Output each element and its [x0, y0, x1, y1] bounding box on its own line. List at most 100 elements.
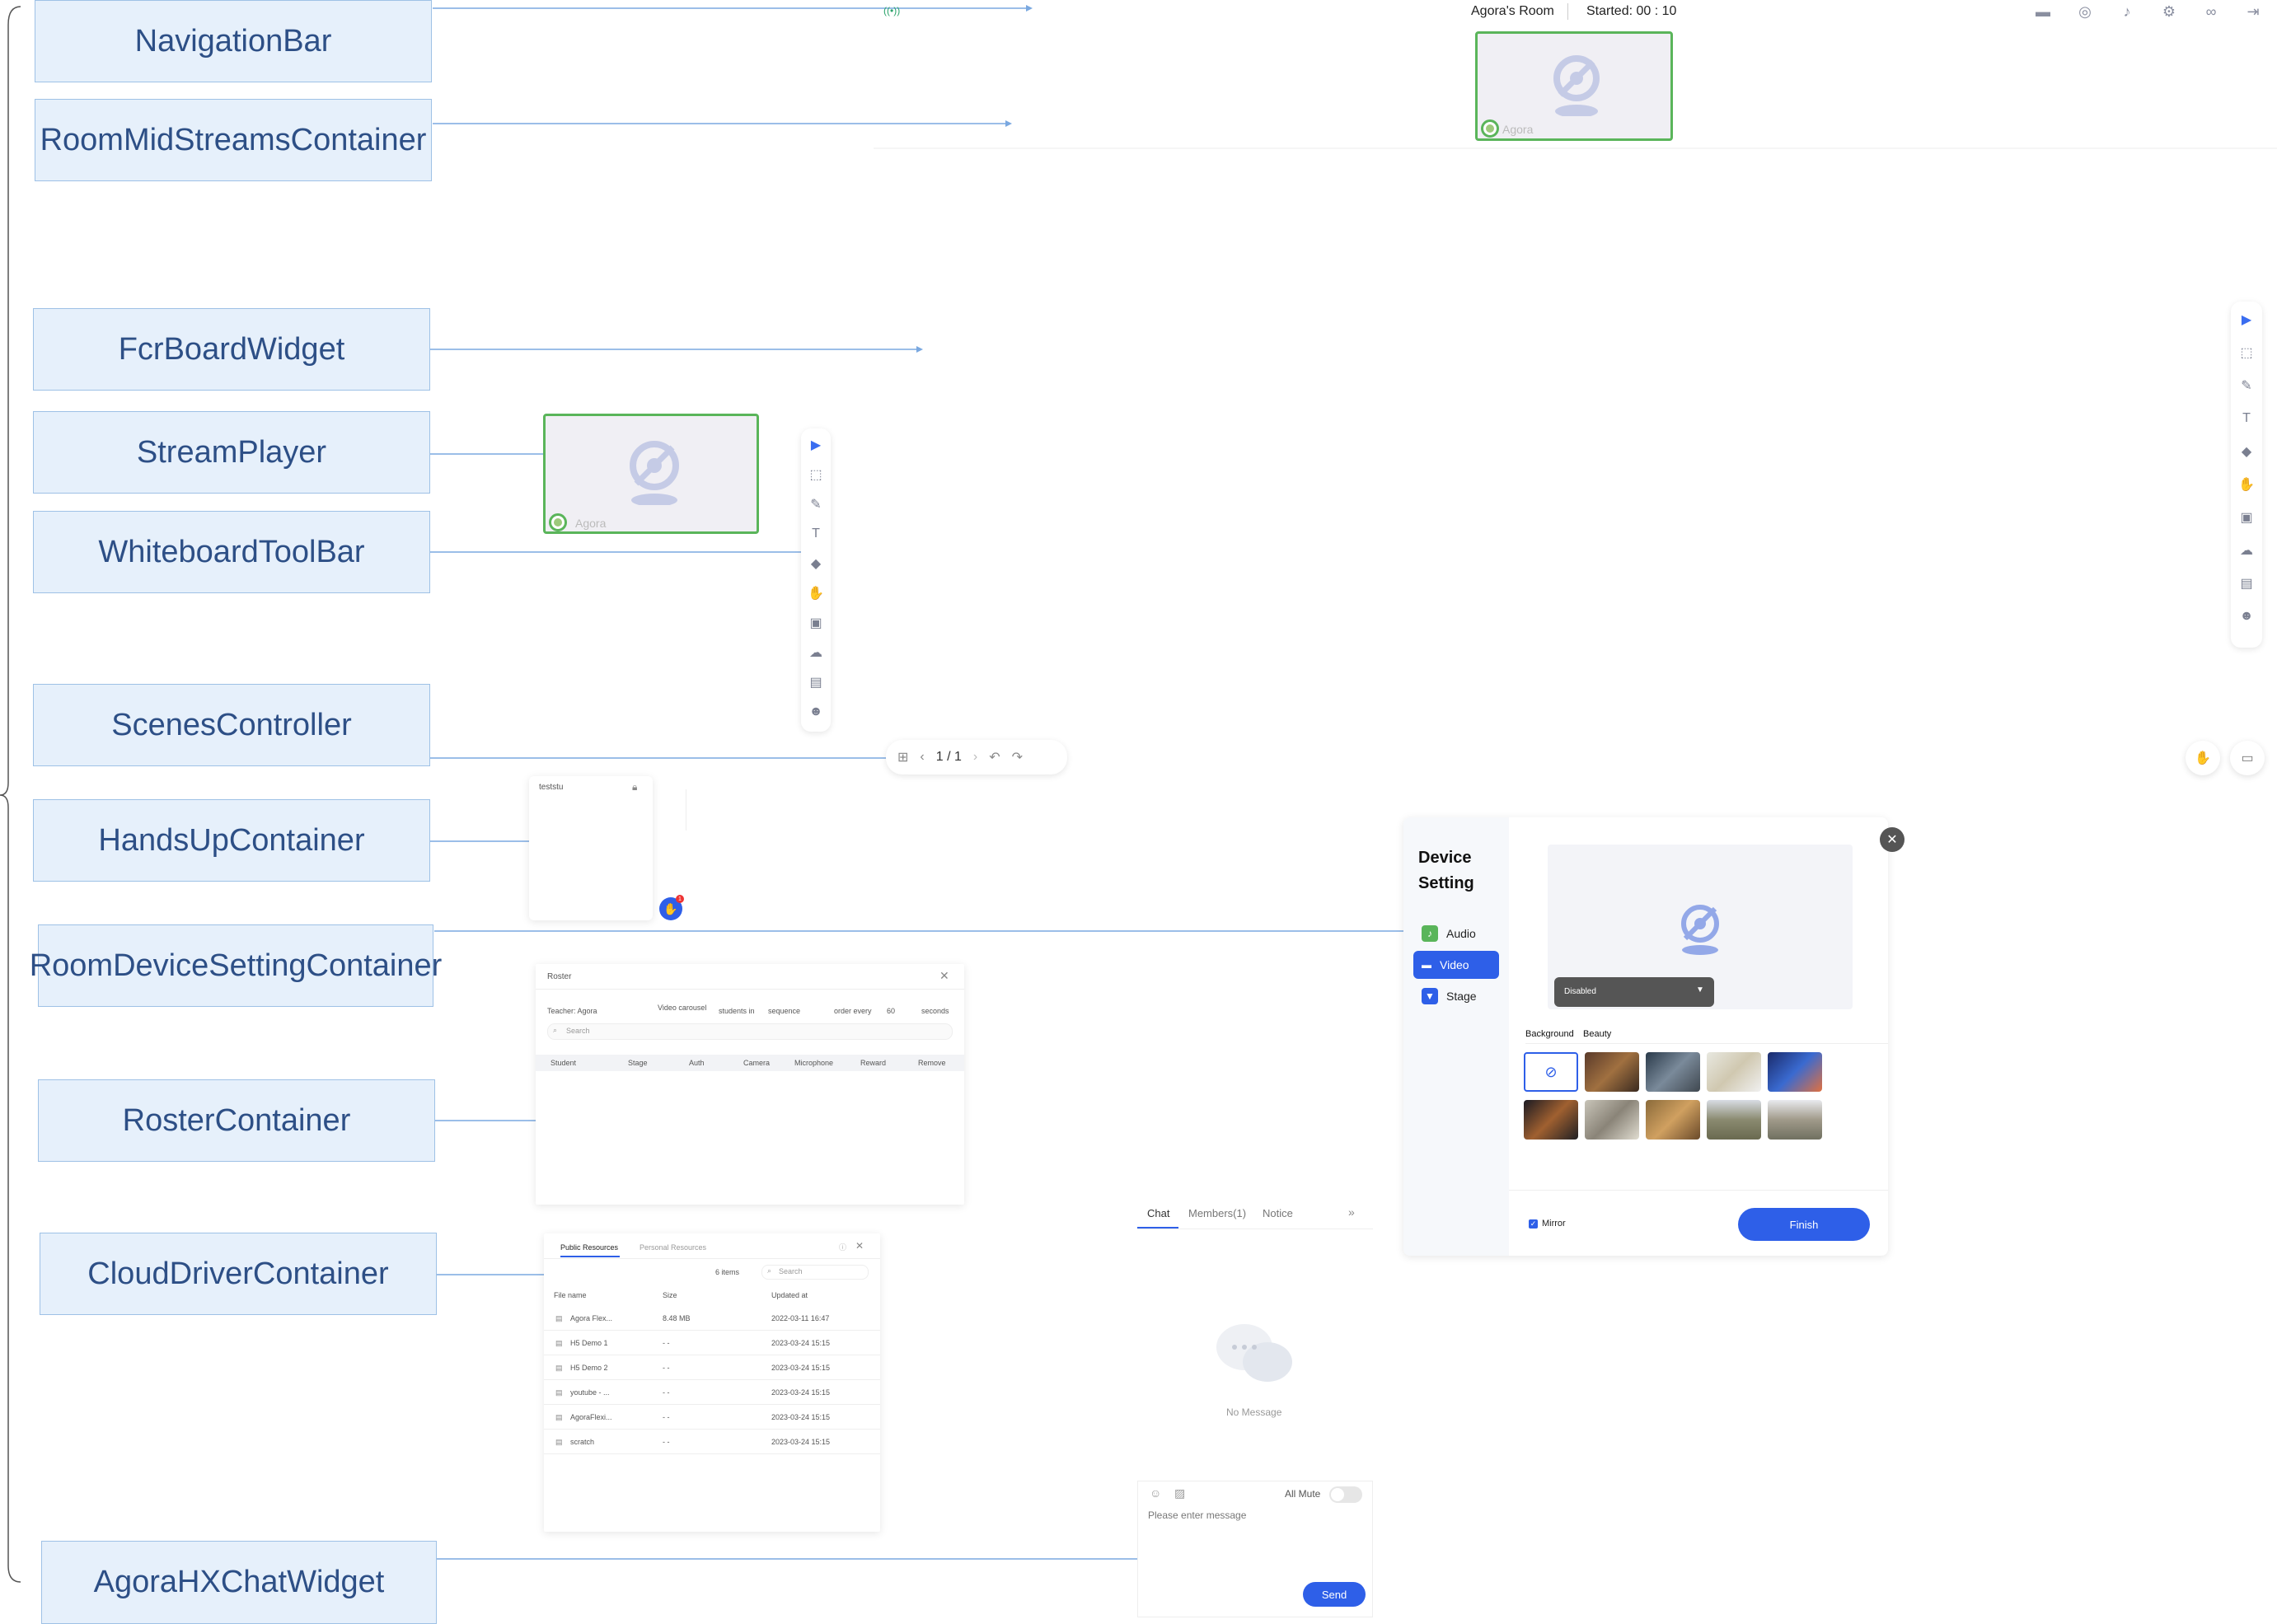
tab-chat[interactable]: Chat	[1147, 1207, 1169, 1219]
seconds-input[interactable]: 60	[887, 1007, 895, 1015]
table-row[interactable]: ▤ Agora Flex... 8.48 MB 2022-03-11 16:47	[544, 1306, 880, 1331]
camera-select[interactable]: Disabled ▼	[1554, 977, 1714, 1007]
help-icon[interactable]: ⓘ	[839, 1242, 846, 1252]
link-icon[interactable]: ∞	[2202, 2, 2220, 21]
toolbox-icon[interactable]: ▤	[806, 672, 826, 692]
message-input[interactable]: Please enter message	[1148, 1509, 1246, 1521]
select-icon[interactable]: ⬚	[806, 465, 826, 484]
empty-chat-icon	[1216, 1324, 1292, 1382]
emoji-icon[interactable]: ☺	[1150, 1486, 1161, 1500]
avatar	[549, 513, 567, 531]
dashboard-icon[interactable]: ◎	[2076, 2, 2094, 21]
menu-video[interactable]: ▬ Video	[1413, 951, 1499, 979]
cloud-icon[interactable]: ☁	[2237, 541, 2256, 560]
eraser-icon[interactable]: ◆	[806, 554, 826, 573]
background-thumbnail[interactable]	[1768, 1100, 1822, 1140]
roster-search-input[interactable]: ⌕ Search	[547, 1023, 953, 1040]
text-icon[interactable]: T	[2237, 409, 2256, 428]
chat-toggle-icon[interactable]: ▭	[2230, 741, 2265, 775]
save-icon[interactable]: ▣	[2237, 508, 2256, 527]
hand-icon[interactable]: ✋	[806, 583, 826, 603]
table-row[interactable]: ▤ H5 Demo 1 - - 2023-03-24 15:15	[544, 1331, 880, 1355]
users-icon[interactable]: ☻	[806, 702, 826, 722]
pointer-icon[interactable]: ▶	[806, 435, 826, 455]
pointer-icon[interactable]: ▶	[2237, 310, 2256, 330]
label-chat-widget: AgoraHXChatWidget	[41, 1541, 437, 1624]
handsup-student: teststu	[539, 783, 564, 792]
background-thumbnail[interactable]	[1768, 1052, 1822, 1092]
save-icon[interactable]: ▣	[806, 613, 826, 633]
microphone-icon[interactable]: ♪	[2118, 2, 2136, 21]
table-row[interactable]: ▤ scratch - - 2023-03-24 15:15	[544, 1430, 880, 1454]
toolbox-icon[interactable]: ▤	[2237, 573, 2256, 593]
background-thumbnail[interactable]	[1646, 1052, 1700, 1092]
order-select[interactable]: sequence	[768, 1007, 800, 1015]
pen-icon[interactable]: ✎	[2237, 376, 2256, 395]
text-icon[interactable]: T	[806, 524, 826, 544]
camera-off-icon	[1681, 905, 1719, 955]
hand-icon[interactable]: ✋	[2237, 475, 2256, 494]
close-icon[interactable]: ✕	[939, 969, 949, 983]
undo-icon[interactable]: ↶	[989, 749, 1000, 765]
file-name: H5 Demo 1	[570, 1339, 608, 1347]
collapse-icon[interactable]: »	[1348, 1205, 1355, 1219]
lock-icon[interactable]: 🔒︎	[632, 781, 637, 793]
tab-beauty[interactable]: Beauty	[1583, 1029, 1611, 1039]
file-icon: ▤	[555, 1438, 563, 1446]
cloud-icon[interactable]: ☁	[806, 643, 826, 662]
camera-icon[interactable]: ▬	[2034, 2, 2052, 21]
tab-notice[interactable]: Notice	[1263, 1207, 1293, 1219]
table-row[interactable]: ▤ AgoraFlexi... - - 2023-03-24 15:15	[544, 1405, 880, 1430]
redo-icon[interactable]: ↷	[1012, 749, 1023, 765]
background-thumbnail[interactable]	[1646, 1100, 1700, 1140]
cloud-search-input[interactable]: ⌕ Search	[761, 1265, 869, 1280]
handsup-icon[interactable]: ✋	[2186, 741, 2220, 775]
finish-button[interactable]: Finish	[1738, 1208, 1870, 1241]
tab-members[interactable]: Members(1)	[1188, 1207, 1246, 1219]
exit-icon[interactable]: ⇥	[2244, 2, 2262, 21]
next-page-icon[interactable]: ›	[973, 750, 977, 765]
background-thumbnail[interactable]	[1585, 1100, 1639, 1140]
video-carousel-toggle[interactable]: Video carousel	[658, 1004, 706, 1012]
background-thumbnail[interactable]	[1585, 1052, 1639, 1092]
scenes-controller: ⊞ ‹ 1 / 1 › ↶ ↷	[886, 740, 1067, 775]
stream-player-tile[interactable]: Agora	[543, 414, 759, 534]
tab-background[interactable]: Background	[1525, 1029, 1574, 1039]
camera-select-value: Disabled	[1564, 987, 1596, 996]
file-updated: 2023-03-24 15:15	[771, 1339, 831, 1347]
col-remove: Remove	[918, 1059, 946, 1067]
mid-stream-tile[interactable]: Agora	[1475, 31, 1673, 141]
file-updated: 2023-03-24 15:15	[771, 1364, 831, 1372]
search-icon: ⌕	[553, 1026, 558, 1034]
close-icon[interactable]: ✕	[855, 1240, 864, 1252]
add-page-icon[interactable]: ⊞	[897, 749, 908, 765]
tab-public[interactable]: Public Resources	[560, 1243, 618, 1252]
table-row[interactable]: ▤ H5 Demo 2 - - 2023-03-24 15:15	[544, 1355, 880, 1380]
tab-personal[interactable]: Personal Resources	[640, 1243, 706, 1252]
no-background-option[interactable]: ⊘	[1524, 1052, 1578, 1092]
all-mute-toggle[interactable]	[1329, 1486, 1362, 1503]
settings-icon[interactable]: ⚙	[2160, 2, 2178, 21]
eraser-icon[interactable]: ◆	[2237, 442, 2256, 461]
image-icon[interactable]: ▨	[1174, 1486, 1185, 1500]
menu-audio[interactable]: ♪ Audio	[1413, 920, 1499, 948]
search-placeholder: Search	[566, 1027, 590, 1035]
mirror-checkbox[interactable]: ✓	[1529, 1219, 1538, 1229]
device-setting-title-1: Device	[1418, 849, 1472, 867]
users-icon[interactable]: ☻	[2237, 606, 2256, 626]
prev-page-icon[interactable]: ‹	[920, 750, 924, 765]
menu-audio-label: Audio	[1446, 927, 1476, 940]
students-in-label: students in	[719, 1007, 755, 1015]
pen-icon[interactable]: ✎	[806, 494, 826, 514]
menu-stage[interactable]: ▼ Stage	[1413, 982, 1499, 1010]
background-thumbnail[interactable]	[1707, 1052, 1761, 1092]
send-button[interactable]: Send	[1303, 1582, 1366, 1607]
file-icon: ▤	[555, 1413, 563, 1421]
background-thumbnail[interactable]	[1524, 1100, 1578, 1140]
col-reward: Reward	[860, 1059, 887, 1067]
close-icon[interactable]: ✕	[1880, 827, 1905, 852]
background-thumbnail[interactable]	[1707, 1100, 1761, 1140]
camera-off-icon	[1553, 55, 1600, 116]
select-icon[interactable]: ⬚	[2237, 343, 2256, 363]
table-row[interactable]: ▤ youtube - ... - - 2023-03-24 15:15	[544, 1380, 880, 1405]
